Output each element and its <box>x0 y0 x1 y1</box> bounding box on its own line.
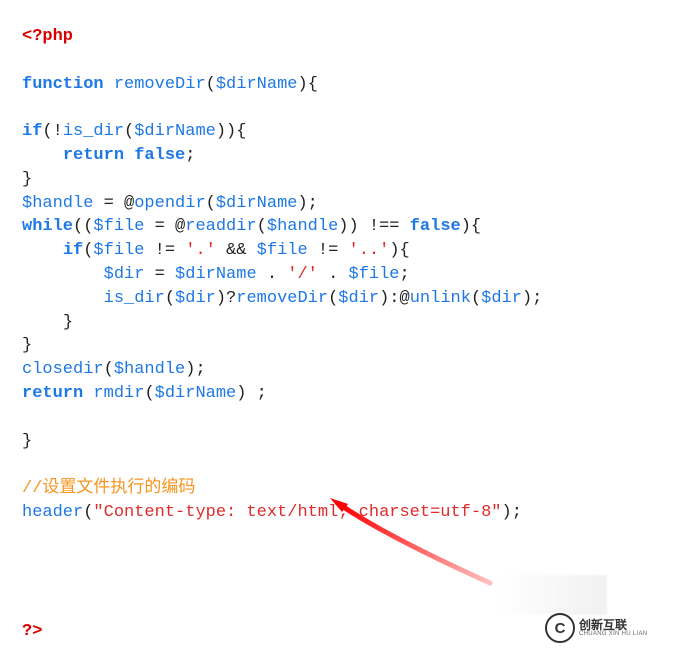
keyword-return: return <box>63 146 124 165</box>
logo-mark-icon: C <box>545 613 575 643</box>
header-string: "Content-type: text/html; charset=utf-8" <box>93 503 501 522</box>
function-name: removeDir <box>114 75 206 94</box>
fn-readdir: readdir <box>185 217 256 236</box>
fn-header: header <box>22 503 83 522</box>
keyword-while: while <box>22 217 73 236</box>
code-block: <?php function removeDir($dirName){ if(!… <box>0 0 675 669</box>
var-handle: $handle <box>22 194 93 213</box>
php-open-tag: <?php <box>22 27 73 46</box>
var-dir: $dir <box>104 265 145 284</box>
comment-line: //设置文件执行的编码 <box>22 479 195 498</box>
keyword-function: function <box>22 75 104 94</box>
var-file: $file <box>93 217 144 236</box>
logo-text: 创新互联 CHUANG XIN HU LIAN <box>579 619 647 637</box>
faded-overlay <box>495 575 607 615</box>
keyword-if: if <box>22 122 42 141</box>
param-dirname: $dirName <box>216 75 298 94</box>
string-dotdot: '..' <box>349 241 390 260</box>
logo-cn-text: 创新互联 <box>579 619 647 631</box>
php-close-tag: ?> <box>22 622 42 641</box>
string-slash: '/' <box>287 265 318 284</box>
logo-en-text: CHUANG XIN HU LIAN <box>579 631 647 637</box>
string-dot: '.' <box>185 241 216 260</box>
fn-unlink: unlink <box>410 289 471 308</box>
fn-isdir: is_dir <box>63 122 124 141</box>
fn-rmdir: rmdir <box>93 384 144 403</box>
keyword-false: false <box>134 146 185 165</box>
fn-opendir: opendir <box>134 194 205 213</box>
brand-logo: C 创新互联 CHUANG XIN HU LIAN <box>545 611 665 645</box>
fn-closedir: closedir <box>22 360 104 379</box>
